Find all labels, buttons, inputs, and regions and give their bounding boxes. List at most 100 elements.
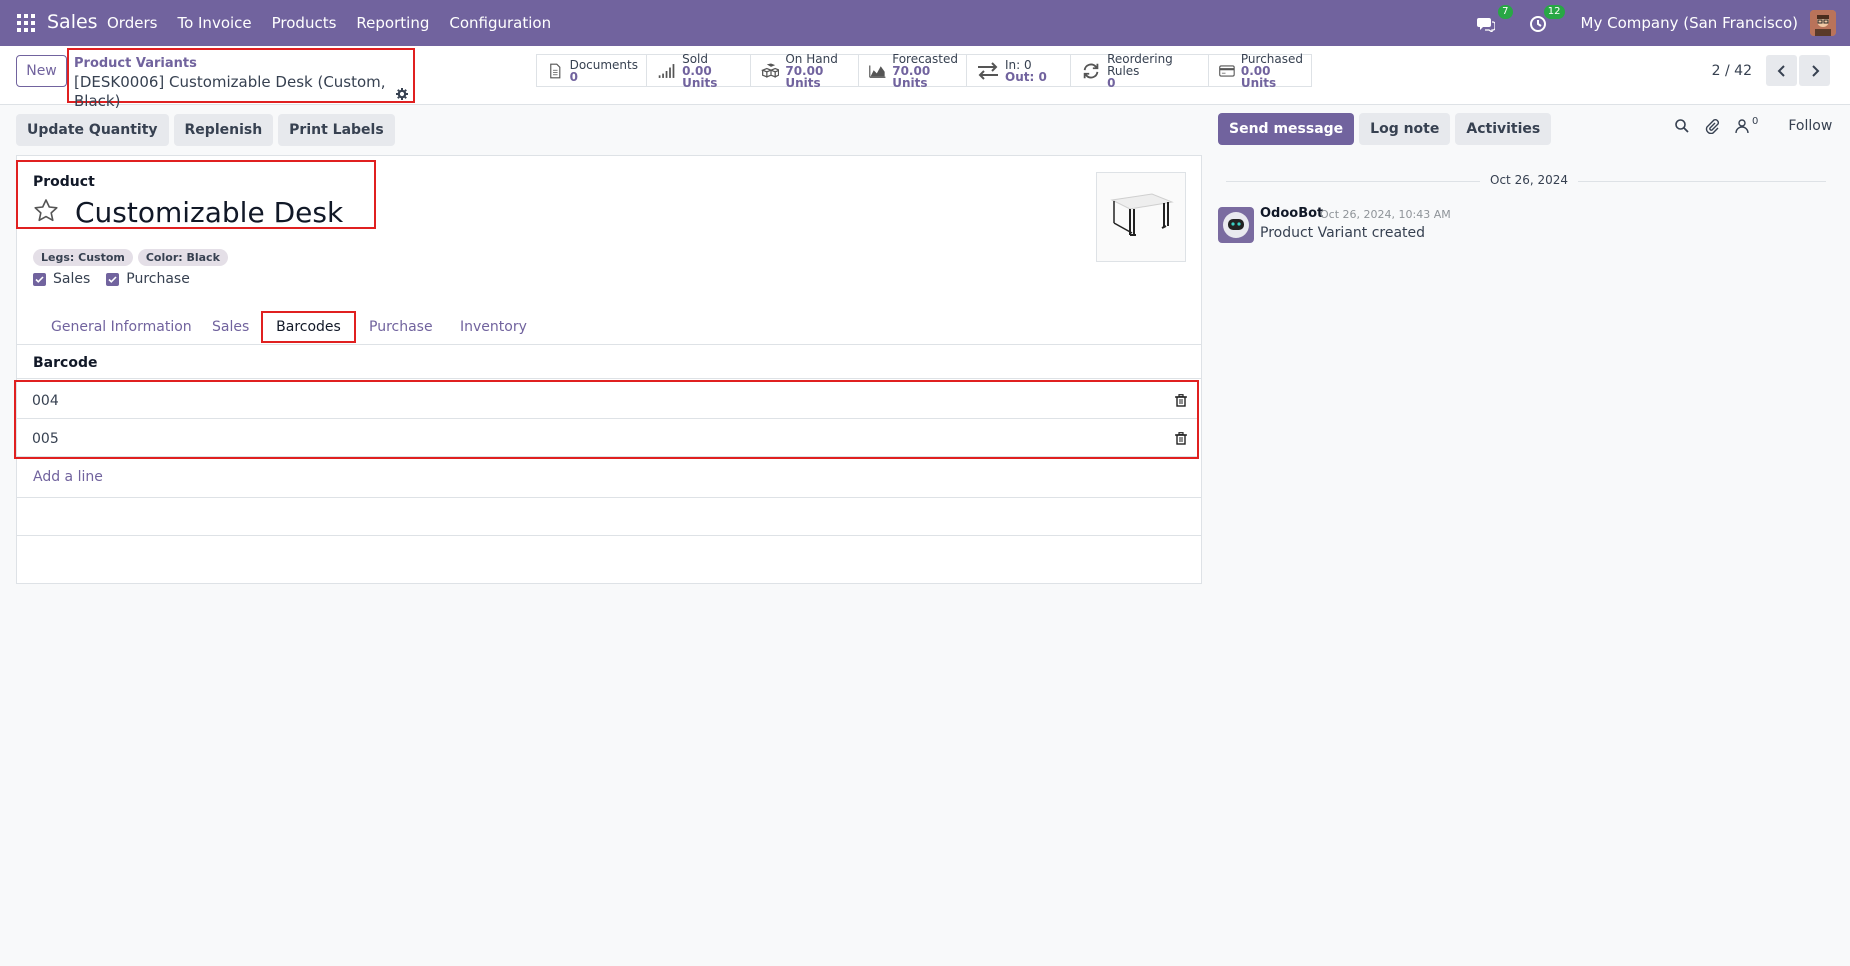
table-row[interactable]: 005 <box>16 420 1197 457</box>
menu-configuration[interactable]: Configuration <box>449 14 551 32</box>
breadcrumb-parent-link[interactable]: Product Variants <box>74 56 408 72</box>
gear-icon[interactable] <box>396 86 408 100</box>
app-name[interactable]: Sales <box>47 11 98 33</box>
trash-icon[interactable] <box>1175 394 1187 407</box>
add-a-line-link[interactable]: Add a line <box>33 469 103 485</box>
attribute-tags: Legs: Custom Color: Black <box>33 249 228 266</box>
messages-badge: 7 <box>1498 5 1513 19</box>
pager-next-button[interactable] <box>1799 55 1830 86</box>
barcode-list: 004 005 <box>14 380 1199 459</box>
purchase-checkbox-label: Purchase <box>126 271 190 287</box>
stat-purchased-value: 0.00 Units <box>1240 63 1277 90</box>
form-action-buttons: Update Quantity Replenish Print Labels <box>16 114 395 146</box>
product-title-box: Product Customizable Desk <box>16 160 376 229</box>
chatter-actions: Send message Log note Activities <box>1218 113 1552 145</box>
stat-in-out[interactable]: In: 0 Out: 0 <box>966 54 1070 87</box>
stat-forecasted[interactable]: Forecasted 70.00 Units <box>858 53 966 90</box>
sales-checkbox[interactable]: Sales <box>33 271 90 287</box>
replenish-button[interactable]: Replenish <box>173 114 274 146</box>
paperclip-icon[interactable] <box>1704 118 1720 134</box>
stat-forecasted-value: 70.00 Units <box>892 63 931 90</box>
stat-on-hand-value: 70.00 Units <box>785 63 824 90</box>
stat-documents-label: Documents <box>569 57 638 72</box>
stat-sold-label: Sold <box>682 51 708 66</box>
tab-inventory[interactable]: Inventory <box>460 310 527 344</box>
log-note-button[interactable]: Log note <box>1359 113 1451 145</box>
message-body: Product Variant created <box>1260 225 1426 241</box>
message-author: OdooBot <box>1260 206 1324 221</box>
document-icon <box>550 63 561 78</box>
stat-on-hand-label: On Hand <box>785 51 838 66</box>
followers-icon[interactable] <box>1734 118 1750 134</box>
pager-value[interactable]: 2 / 42 <box>1712 63 1752 79</box>
row-divider <box>17 497 1201 498</box>
systray: 7 12 My Company (San Francisco) <box>1476 0 1850 46</box>
signal-bars-icon <box>658 63 675 78</box>
product-name-field[interactable]: Customizable Desk <box>75 196 343 229</box>
new-button[interactable]: New <box>16 55 67 87</box>
chevron-left-icon <box>1777 64 1785 77</box>
date-separator-label: Oct 26, 2024 <box>1480 173 1578 187</box>
stat-sold-value: 0.00 Units <box>682 63 718 90</box>
tab-sales[interactable]: Sales <box>212 310 249 344</box>
desk-image <box>1110 193 1174 236</box>
stat-out-label: Out: 0 <box>1005 69 1047 84</box>
apps-menu-icon[interactable] <box>17 14 35 32</box>
credit-card-icon <box>1219 64 1235 77</box>
product-image[interactable] <box>1096 172 1186 262</box>
menu-orders[interactable]: Orders <box>107 14 157 32</box>
stat-purchased[interactable]: Purchased 0.00 Units <box>1208 51 1312 90</box>
checkbox-checked-icon <box>33 272 46 286</box>
message-date: Oct 26, 2024, 10:43 AM <box>1320 208 1451 221</box>
notebook-tabs: General Information Sales Barcodes Purch… <box>17 310 1201 345</box>
cubes-icon <box>761 62 780 78</box>
barcode-value[interactable]: 004 <box>32 393 59 409</box>
tag-color: Color: Black <box>137 249 228 266</box>
stat-purchased-label: Purchased <box>1240 51 1303 66</box>
stat-reordering-rules[interactable]: Reordering Rules 0 <box>1070 51 1208 90</box>
chevron-right-icon <box>1811 64 1819 77</box>
menu-to-invoice[interactable]: To Invoice <box>177 14 251 32</box>
exchange-icon <box>978 61 998 80</box>
area-chart-icon <box>869 65 886 78</box>
company-switcher[interactable]: My Company (San Francisco) <box>1581 14 1798 32</box>
follow-button[interactable]: Follow <box>1788 118 1832 134</box>
tab-barcodes[interactable]: Barcodes <box>261 311 356 343</box>
activities-icon[interactable]: 12 <box>1529 5 1565 34</box>
menu-reporting[interactable]: Reporting <box>356 14 429 32</box>
stat-sold[interactable]: Sold 0.00 Units <box>646 51 750 90</box>
tag-legs: Legs: Custom <box>33 249 133 266</box>
checkbox-checked-icon <box>106 272 120 286</box>
breadcrumb-current: [DESK0006] Customizable Desk (Custom, Bl… <box>74 73 408 111</box>
update-quantity-button[interactable]: Update Quantity <box>16 114 169 146</box>
table-row[interactable]: 004 <box>16 382 1197 419</box>
send-message-button[interactable]: Send message <box>1218 113 1355 145</box>
tab-general-information[interactable]: General Information <box>51 310 192 344</box>
barcode-column-header: Barcode <box>33 355 98 371</box>
stat-on-hand[interactable]: On Hand 70.00 Units <box>750 51 858 90</box>
top-navbar: Sales Orders To Invoice Products Reporti… <box>0 0 1850 46</box>
messaging-icon[interactable]: 7 <box>1476 5 1513 34</box>
record-pager: 2 / 42 <box>1712 55 1830 86</box>
user-avatar[interactable] <box>1810 10 1836 36</box>
stat-in-label: In: 0 <box>1005 57 1032 72</box>
stat-reordering-value: 0 <box>1107 75 1116 90</box>
tab-purchase[interactable]: Purchase <box>369 310 433 344</box>
breadcrumb-current-label: [DESK0006] Customizable Desk (Custom, Bl… <box>74 73 386 110</box>
activities-button[interactable]: Activities <box>1455 113 1552 145</box>
control-panel: New Product Variants [DESK0006] Customiz… <box>0 46 1850 110</box>
header-divider <box>17 378 1201 379</box>
odoobot-avatar[interactable] <box>1218 207 1254 243</box>
main-menu: Orders To Invoice Products Reporting Con… <box>107 14 571 32</box>
stat-documents[interactable]: Documents 0 <box>536 54 646 87</box>
favorite-star-icon[interactable] <box>33 198 59 224</box>
print-labels-button[interactable]: Print Labels <box>278 114 395 146</box>
menu-products[interactable]: Products <box>272 14 337 32</box>
purchase-checkbox[interactable]: Purchase <box>106 271 190 287</box>
pager-previous-button[interactable] <box>1766 55 1797 86</box>
trash-icon[interactable] <box>1175 432 1187 445</box>
barcode-value[interactable]: 005 <box>32 431 59 447</box>
search-icon[interactable] <box>1674 118 1690 134</box>
chatter-tools: 0 Follow <box>1674 116 1832 134</box>
stat-reordering-label: Reordering Rules <box>1107 51 1173 78</box>
